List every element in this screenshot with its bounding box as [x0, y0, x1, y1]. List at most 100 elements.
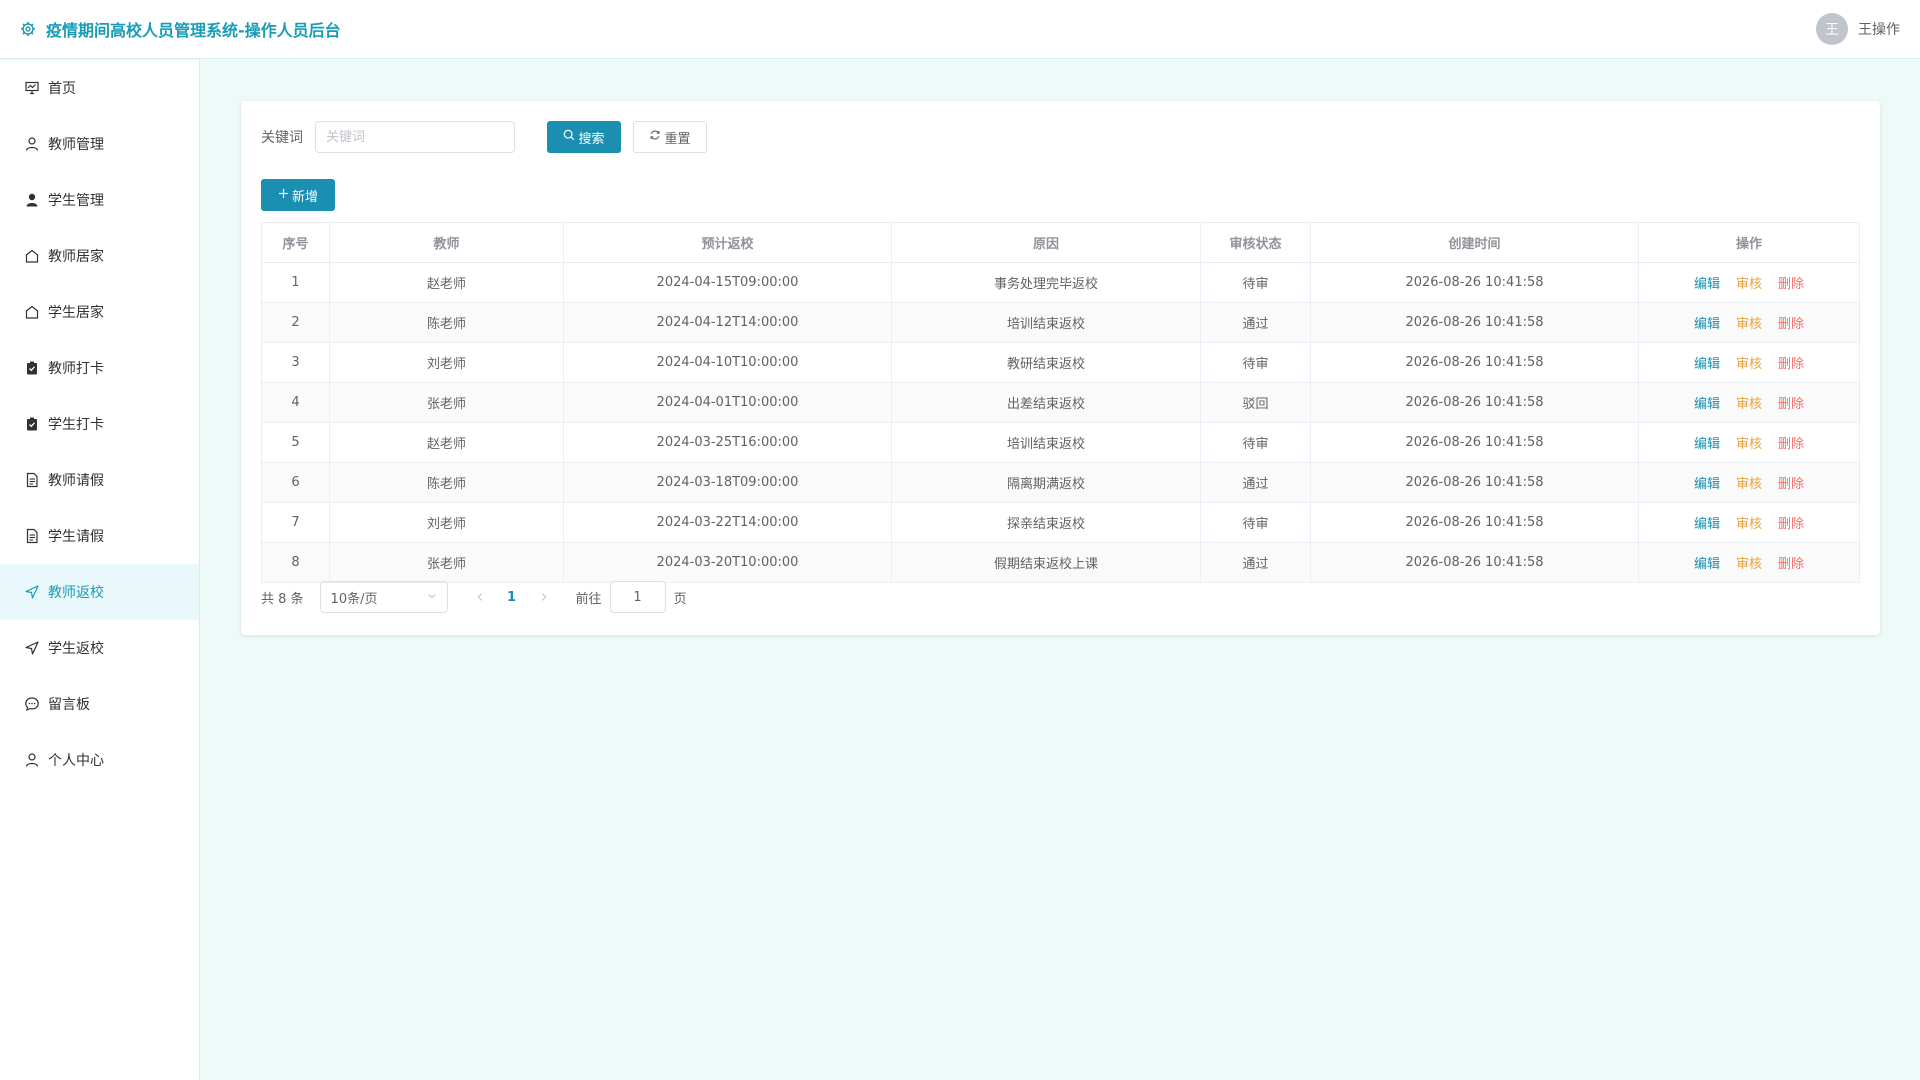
column-header[interactable]: 预计返校 — [563, 222, 892, 263]
sidebar-item[interactable]: 教师返校 — [0, 564, 199, 620]
audit-link[interactable]: 审核 — [1736, 393, 1762, 412]
table-row: 4 张老师 2024-04-01T10:00:00 出差结束返校 驳回 2026-08-2… — [261, 382, 1860, 423]
sidebar-item[interactable]: 学生打卡 — [0, 396, 199, 452]
sidebar-item-label: 学生管理 — [48, 193, 104, 209]
delete-link[interactable]: 删除 — [1778, 513, 1804, 532]
cell-actions: 编辑 审核 删除 — [1638, 542, 1860, 583]
cell-index: 1 — [261, 262, 330, 303]
checked-clipboard-icon — [24, 416, 40, 432]
chevron-left-icon — [477, 593, 482, 601]
delete-link[interactable]: 删除 — [1778, 393, 1804, 412]
cell-created: 2026-08-26 10:41:58 — [1310, 342, 1639, 383]
cell-status: 通过 — [1200, 462, 1311, 503]
search-button[interactable]: 搜索 — [547, 121, 621, 153]
cell-reason: 事务处理完毕返校 — [891, 262, 1201, 303]
house-icon — [24, 248, 40, 264]
prev-page-button[interactable] — [464, 581, 496, 613]
avatar[interactable]: 王 — [1816, 13, 1848, 45]
sidebar-item-label: 个人中心 — [48, 753, 104, 769]
dashboard-icon — [24, 80, 40, 96]
user-menu[interactable]: 王 王操作 — [1816, 13, 1900, 45]
delete-link[interactable]: 删除 — [1778, 313, 1804, 332]
cell-teacher: 陈老师 — [329, 462, 564, 503]
sidebar-item[interactable]: 教师打卡 — [0, 340, 199, 396]
document-icon — [24, 472, 40, 488]
sidebar-item[interactable]: 学生请假 — [0, 508, 199, 564]
cell-index: 4 — [261, 382, 330, 423]
audit-link[interactable]: 审核 — [1736, 313, 1762, 332]
edit-link[interactable]: 编辑 — [1694, 553, 1720, 572]
column-header[interactable]: 序号 — [261, 222, 330, 263]
cell-actions: 编辑 审核 删除 — [1638, 342, 1860, 383]
audit-link[interactable]: 审核 — [1736, 273, 1762, 292]
sidebar-item-label: 教师返校 — [48, 585, 104, 601]
table-row: 8 张老师 2024-03-20T10:00:00 假期结束返校上课 通过 2026-08… — [261, 542, 1860, 583]
page-number[interactable]: 1 — [496, 581, 528, 613]
edit-link[interactable]: 编辑 — [1694, 433, 1720, 452]
edit-link[interactable]: 编辑 — [1694, 513, 1720, 532]
sidebar-item[interactable]: 教师请假 — [0, 452, 199, 508]
next-page-button[interactable] — [528, 581, 560, 613]
sidebar-item[interactable]: 留言板 — [0, 676, 199, 732]
table-row: 6 陈老师 2024-03-18T09:00:00 隔离期满返校 通过 2026-08-2… — [261, 462, 1860, 503]
edit-link[interactable]: 编辑 — [1694, 473, 1720, 492]
search-input[interactable] — [315, 121, 515, 153]
column-header[interactable]: 原因 — [891, 222, 1201, 263]
table-header-row: 序号 教师 预计返校 原因 审核状态 创建时间 操作 — [261, 222, 1860, 263]
search-icon — [563, 129, 575, 145]
audit-link[interactable]: 审核 — [1736, 553, 1762, 572]
column-header[interactable]: 操作 — [1638, 222, 1860, 263]
delete-link[interactable]: 删除 — [1778, 553, 1804, 572]
delete-link[interactable]: 删除 — [1778, 433, 1804, 452]
sidebar-item-label: 教师居家 — [48, 249, 104, 265]
cell-created: 2026-08-26 10:41:58 — [1310, 422, 1639, 463]
audit-link[interactable]: 审核 — [1736, 353, 1762, 372]
delete-link[interactable]: 删除 — [1778, 353, 1804, 372]
checked-clipboard-icon — [24, 360, 40, 376]
chevron-down-icon — [427, 590, 437, 605]
audit-link[interactable]: 审核 — [1736, 433, 1762, 452]
sidebar-item[interactable]: 教师管理 — [0, 116, 199, 172]
sidebar-item[interactable]: 教师居家 — [0, 228, 199, 284]
top-header: 疫情期间高校人员管理系统-操作人员后台 王 王操作 — [0, 0, 1920, 59]
column-header[interactable]: 审核状态 — [1200, 222, 1311, 263]
column-header[interactable]: 创建时间 — [1310, 222, 1639, 263]
data-table: 序号 教师 预计返校 原因 审核状态 创建时间 操作 1 赵老师 2024-04-15T09:0… — [261, 222, 1860, 583]
page-size-value: 10条/页 — [330, 591, 378, 607]
username[interactable]: 王操作 — [1858, 19, 1900, 39]
audit-link[interactable]: 审核 — [1736, 473, 1762, 492]
edit-link[interactable]: 编辑 — [1694, 273, 1720, 292]
cell-index: 2 — [261, 302, 330, 343]
cell-index: 8 — [261, 542, 330, 583]
edit-link[interactable]: 编辑 — [1694, 353, 1720, 372]
delete-link[interactable]: 删除 — [1778, 273, 1804, 292]
delete-link[interactable]: 删除 — [1778, 473, 1804, 492]
sidebar-item[interactable]: 个人中心 — [0, 732, 199, 788]
sidebar-item[interactable]: 首页 — [0, 60, 199, 116]
goto-page-input[interactable] — [609, 581, 666, 613]
reset-button[interactable]: 重置 — [633, 121, 707, 153]
audit-link[interactable]: 审核 — [1736, 513, 1762, 532]
search-label: 关键词 — [261, 130, 303, 146]
sidebar-item[interactable]: 学生居家 — [0, 284, 199, 340]
add-button[interactable]: 新增 — [261, 179, 335, 211]
pagination: 共 8 条 10条/页 1 前往 页 — [261, 581, 687, 613]
add-button-label: 新增 — [291, 189, 318, 205]
search-button-label: 搜索 — [578, 131, 605, 147]
cell-actions: 编辑 审核 删除 — [1638, 422, 1860, 463]
page-size-select[interactable]: 10条/页 — [319, 581, 448, 613]
search-bar: 关键词 搜索 重置 — [261, 121, 707, 153]
cell-reason: 隔离期满返校 — [891, 462, 1201, 503]
edit-link[interactable]: 编辑 — [1694, 393, 1720, 412]
reset-button-label: 重置 — [664, 131, 691, 147]
cell-created: 2026-08-26 10:41:58 — [1310, 502, 1639, 543]
main-card: 关键词 搜索 重置 新增 序号教师预计返校原因审核状态创建时间操作 — [241, 101, 1880, 635]
sidebar-item[interactable]: 学生返校 — [0, 620, 199, 676]
total-count: 共 8 条 — [261, 591, 304, 607]
column-header[interactable]: 教师 — [329, 222, 564, 263]
edit-link[interactable]: 编辑 — [1694, 313, 1720, 332]
table-row: 5 赵老师 2024-03-25T16:00:00 培训结束返校 待审 2026-08-2… — [261, 422, 1860, 463]
sidebar-item[interactable]: 学生管理 — [0, 172, 199, 228]
cell-created: 2026-08-26 10:41:58 — [1310, 302, 1639, 343]
cell-created: 2026-08-26 10:41:58 — [1310, 262, 1639, 303]
